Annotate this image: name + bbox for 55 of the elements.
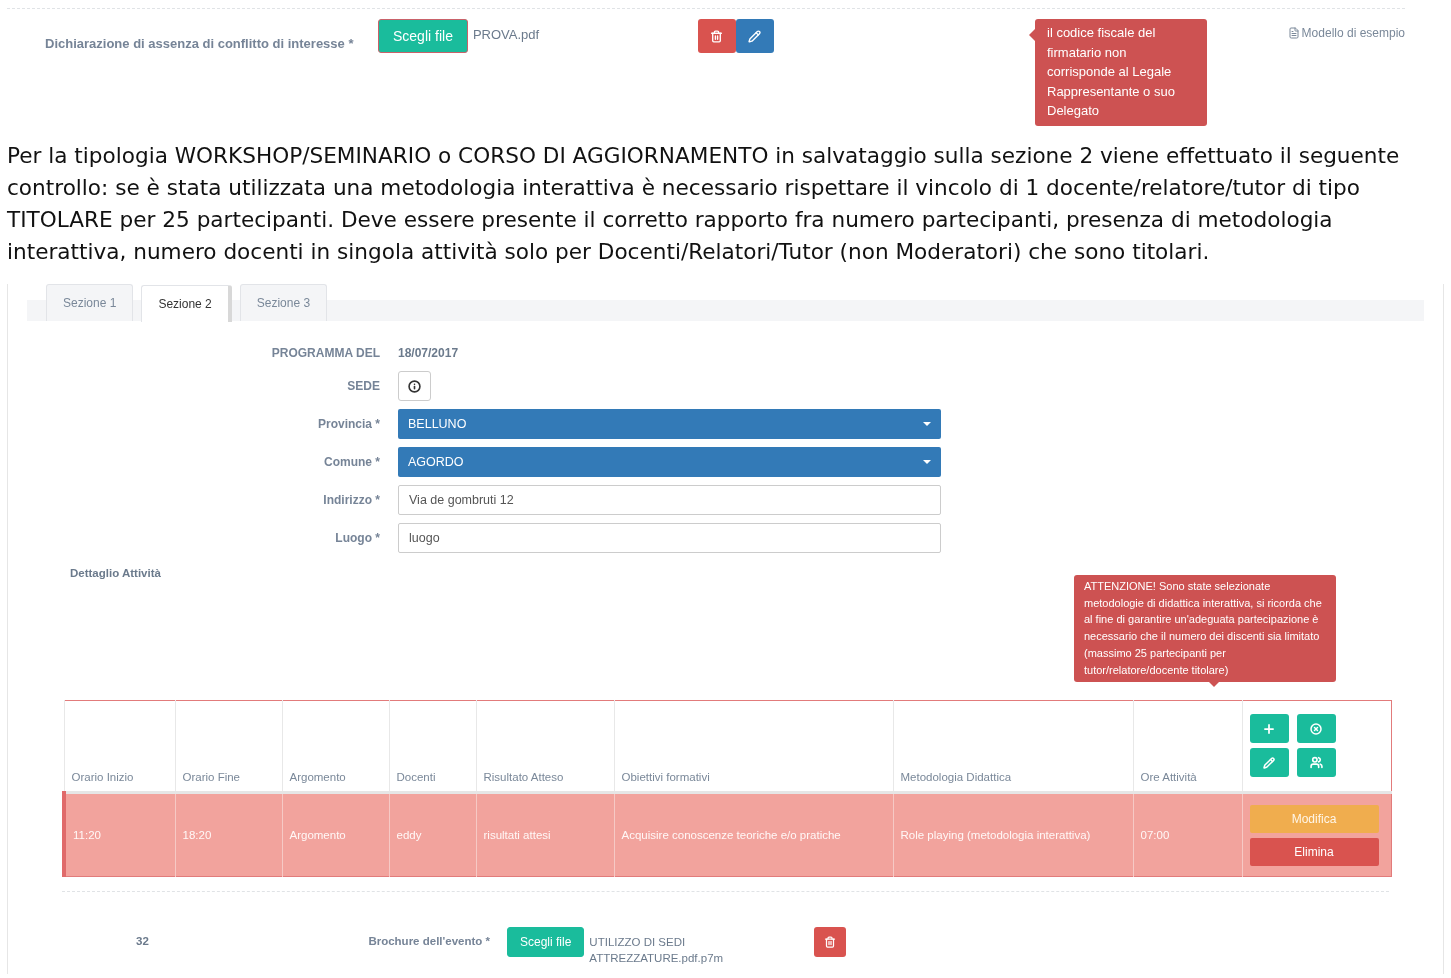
section-tab[interactable]: Sezione 2 xyxy=(141,285,232,322)
users-icon xyxy=(1309,756,1323,769)
field-value: 18/07/2017 xyxy=(398,346,460,360)
info-button[interactable] xyxy=(398,371,431,401)
file-name: UTILIZZO DI SEDI ATTREZZATURE.pdf.p7m xyxy=(589,935,725,966)
pencil-icon xyxy=(748,29,762,43)
delete-button[interactable] xyxy=(814,927,847,957)
add-button[interactable] xyxy=(1249,714,1289,743)
edit-button[interactable] xyxy=(735,19,774,53)
table-cell: eddy xyxy=(389,792,476,877)
table-cell: 18:20 xyxy=(175,792,282,877)
table-cell: risultati attesi xyxy=(476,792,614,877)
file-name: PROVA.pdf xyxy=(472,27,541,42)
upload-label: Brochure dell'evento * xyxy=(367,935,490,947)
field-label: Comune * xyxy=(323,454,380,471)
section-tab[interactable]: Sezione 1 xyxy=(46,284,134,321)
error-tooltip: il codice fiscale del firmatario non corrisponde al Legale Rappresentante o suo Delegato xyxy=(1035,19,1207,126)
participants-button[interactable] xyxy=(1296,748,1336,777)
caret-icon xyxy=(923,460,931,464)
input-field[interactable]: luogo xyxy=(398,523,941,553)
field-label: PROGRAMMA DEL xyxy=(270,345,380,362)
pencil-icon xyxy=(1263,756,1275,769)
close-circle-icon xyxy=(1310,722,1322,735)
edit-button[interactable] xyxy=(1249,748,1289,777)
table-cell: 07:00 xyxy=(1133,792,1242,877)
section-title: Dettaglio Attività xyxy=(70,567,161,579)
warning-tooltip: ATTENZIONE! Sono state selezionate metodologie di didattica interattiva, si ricorda che al fine di garantire un'adeguata partecipazione è necessario che il numero dei discenti sia limitato (massimo 25 partecipanti per tutor/relatore/docente titolare) xyxy=(1074,575,1336,683)
remove-button[interactable] xyxy=(1296,714,1336,743)
tooltip-arrow xyxy=(1208,681,1220,687)
caret-icon xyxy=(923,422,931,426)
delete-button[interactable] xyxy=(697,19,736,53)
table-cell: Acquisire conoscenze teoriche e/o pratiche xyxy=(614,792,893,877)
choose-file-button[interactable]: Scegli file xyxy=(507,927,585,957)
input-field[interactable]: Via de gombruti 12 xyxy=(398,485,941,515)
table-cell: 11:20 xyxy=(64,792,175,877)
upload-label: Dichiarazione di assenza di conflitto di interesse * xyxy=(45,36,355,51)
section-tab[interactable]: Sezione 3 xyxy=(239,284,328,321)
field-label: SEDE xyxy=(346,378,380,395)
choose-file-button[interactable]: Scegli file xyxy=(378,19,468,53)
select-field[interactable]: AGORDO xyxy=(398,447,941,477)
trash-icon xyxy=(824,936,837,948)
field-label: Provincia * xyxy=(316,416,380,433)
notice-paragraph: Per la tipologia WORKSHOP/SEMINARIO o CORSO DI AGGIORNAMENTO in salvataggio sulla sezione 2 viene effettuato il seguente controllo: se è stata utilizzata una metodologia interattiva è necessario rispettare il vincolo di 1 docente/relatore/tutor di tipo TITOLARE per 25 partecipanti. Deve essere presente il corretto rapporto fra numero partecipanti, presenza di metodologia interattiva, numero docenti in singola attività solo per Docenti/Relatori/Tutor (non Moderatori) che sono titolari. xyxy=(7,142,1401,266)
plus-icon xyxy=(1262,721,1276,736)
row-number: 32 xyxy=(136,935,150,947)
document-icon xyxy=(1287,27,1300,39)
trash-icon xyxy=(710,29,724,43)
table-cell: Role playing (metodologia interattiva) xyxy=(893,792,1133,877)
delete-button[interactable]: Elimina xyxy=(1249,837,1379,866)
info-icon xyxy=(408,379,421,393)
example-link[interactable]: Modello di esempio xyxy=(1287,26,1405,40)
select-field[interactable]: BELLUNO xyxy=(398,409,941,439)
table-cell: Argomento xyxy=(282,792,389,877)
field-label: Indirizzo * xyxy=(322,492,380,509)
field-label: Luogo * xyxy=(334,530,380,547)
